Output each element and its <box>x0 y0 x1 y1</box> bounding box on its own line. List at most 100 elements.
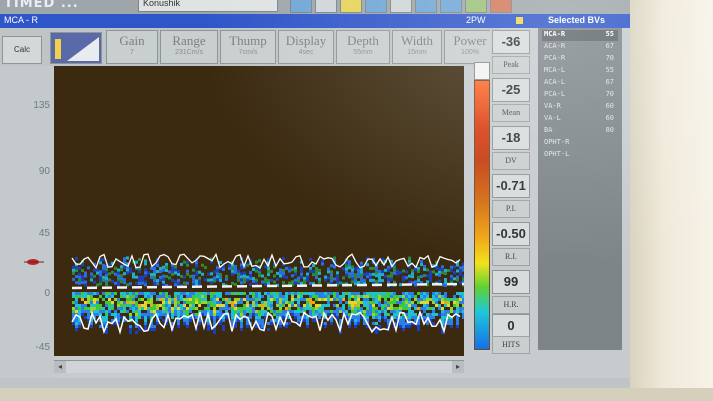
selected-bvs-heading: Selected BVs <box>548 15 606 25</box>
measurements-panel: -36 Peak -25 Mean -18 DV -0.71 P.I. -0.5… <box>490 30 532 360</box>
mean-value: -25 <box>492 78 530 102</box>
patient-name-field[interactable]: Konushik <box>138 0 278 12</box>
vessel-item-pca-l[interactable]: PCA-L 70 <box>542 90 618 101</box>
vessel-depth: 67 <box>605 78 614 86</box>
param-value: 7 <box>130 49 134 56</box>
depth-control[interactable]: Depth 55mm <box>336 30 390 64</box>
vessel-name: PCA-L <box>544 90 566 98</box>
hr-label[interactable]: H.R. <box>492 296 530 314</box>
window-icon[interactable] <box>290 0 312 13</box>
vessel-name: PCA-R <box>544 54 566 62</box>
status-indicator <box>516 17 523 24</box>
param-label: Thump <box>229 33 267 48</box>
vessel-depth: 67 <box>605 42 614 50</box>
vessel-depth: 60 <box>605 102 614 110</box>
vessel-item-va-r[interactable]: VA-R 60 <box>542 102 618 113</box>
param-value: 55mm <box>353 49 373 56</box>
pi-label[interactable]: P.I. <box>492 200 530 218</box>
vessel-name: VA-L <box>544 114 561 122</box>
vessel-item-mca-r[interactable]: MCA-R 55 <box>542 30 618 41</box>
vessel-item-ba[interactable]: BA 80 <box>542 126 618 137</box>
scale-tick: 135 <box>33 100 50 111</box>
param-value: 4sec <box>298 49 314 56</box>
peak-label[interactable]: Peak <box>492 56 530 74</box>
vessel-name: MCA-R <box>544 30 566 38</box>
title-bar: MCA - R 2PW Selected BVs <box>0 14 630 28</box>
monitor-photo: TIMED ... Konushik MCA - R 2PW Selected … <box>0 0 713 401</box>
scale-tick: 0 <box>44 288 50 299</box>
marker-icon[interactable] <box>490 0 512 13</box>
vessel-name: ACA-L <box>544 78 566 86</box>
vessel-name: ACA-R <box>544 42 566 50</box>
scroll-right-icon[interactable]: ▸ <box>452 361 464 373</box>
mode-label: 2PW <box>466 15 486 25</box>
vessel-depth: 70 <box>605 54 614 62</box>
scale-tick: -45 <box>35 342 50 353</box>
vessel-depth: 55 <box>605 30 614 38</box>
dv-label[interactable]: DV <box>492 152 530 170</box>
top-toolbar: TIMED ... Konushik <box>0 0 630 14</box>
param-value: 7cm/s <box>238 49 258 56</box>
grid-icon[interactable] <box>440 0 462 13</box>
page-icon[interactable] <box>315 0 337 13</box>
vessel-item-mca-l[interactable]: MCA-L 55 <box>542 66 618 77</box>
gain-control[interactable]: Gain 7 <box>106 30 158 64</box>
tool-icon[interactable] <box>465 0 487 13</box>
vessel-depth: 70 <box>605 90 614 98</box>
param-value: 100% <box>461 49 479 56</box>
hits-label[interactable]: HITS <box>492 336 530 354</box>
mean-label[interactable]: Mean <box>492 104 530 122</box>
param-label: Width <box>401 33 433 48</box>
vessel-item-va-l[interactable]: VA-L 60 <box>542 114 618 125</box>
hits-value: 0 <box>492 314 530 338</box>
ri-value: -0.50 <box>492 222 530 246</box>
vessel-name: BA <box>544 126 553 134</box>
monitor-bezel <box>630 0 713 401</box>
display-control[interactable]: Display 4sec <box>278 30 334 64</box>
pi-value: -0.71 <box>492 174 530 198</box>
folder-open-icon[interactable] <box>340 0 362 13</box>
vessel-depth: 55 <box>605 66 614 74</box>
save-icon[interactable] <box>365 0 387 13</box>
dv-value: -18 <box>492 126 530 150</box>
ri-label[interactable]: R.I. <box>492 248 530 266</box>
vessel-item-opht-r[interactable]: OPHT-R <box>542 138 618 149</box>
baseline-marker-icon[interactable] <box>24 258 44 266</box>
velocity-scale: 135 90 45 0 -45 <box>0 66 54 380</box>
selected-vessels-list: MCA-R 55 ACA-R 67 PCA-R 70 MCA-L 55 ACA-L 67 … <box>538 28 622 350</box>
param-label: Range <box>172 33 206 48</box>
param-label: Display <box>285 33 327 48</box>
gain-ramp-icon[interactable] <box>50 32 102 64</box>
vessel-depth: 80 <box>605 126 614 134</box>
vessel-item-aca-r[interactable]: ACA-R 67 <box>542 42 618 53</box>
doppler-screen: TIMED ... Konushik MCA - R 2PW Selected … <box>0 0 630 390</box>
thump-control[interactable]: Thump 7cm/s <box>220 30 276 64</box>
param-label: Depth <box>347 33 379 48</box>
spectrum-waveform <box>71 252 464 335</box>
vessel-item-aca-l[interactable]: ACA-L 67 <box>542 78 618 89</box>
horizontal-scrollbar[interactable]: ◂ ▸ <box>54 360 464 373</box>
scroll-left-icon[interactable]: ◂ <box>54 361 66 373</box>
arrow-icon[interactable] <box>415 0 437 13</box>
color-scale-cap <box>474 62 490 80</box>
scale-tick: 45 <box>38 228 50 239</box>
vessel-item-pca-r[interactable]: PCA-R 70 <box>542 54 618 65</box>
parameter-bar: Calc Gain 7 Range 231Cm/s Thump 7cm/s Di… <box>0 28 500 66</box>
vessel-name: OPHT-L <box>544 150 570 158</box>
vessel-name: MCA-L <box>544 66 566 74</box>
power-control[interactable]: Power 100% <box>444 30 496 64</box>
scale-tick: 90 <box>38 166 50 177</box>
doppler-spectrum[interactable] <box>54 66 464 356</box>
peak-value: -36 <box>492 30 530 54</box>
vessel-title: MCA - R <box>4 15 39 25</box>
color-scale-bar <box>474 80 490 350</box>
calc-button[interactable]: Calc <box>2 36 42 64</box>
width-control[interactable]: Width 15mm <box>392 30 442 64</box>
vessel-name: VA-R <box>544 102 561 110</box>
param-value: 231Cm/s <box>174 49 203 56</box>
vessel-depth: 60 <box>605 114 614 122</box>
vessel-item-opht-l[interactable]: OPHT-L <box>542 150 618 161</box>
monitor-bezel-bottom <box>0 388 713 401</box>
print-icon[interactable] <box>390 0 412 13</box>
range-control[interactable]: Range 231Cm/s <box>160 30 218 64</box>
